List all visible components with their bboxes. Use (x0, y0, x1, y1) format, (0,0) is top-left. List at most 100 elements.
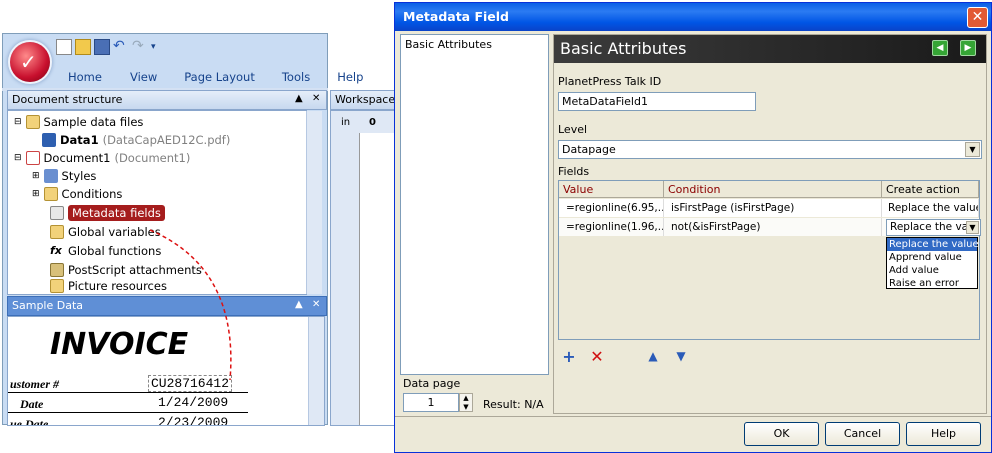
data-file-icon (42, 133, 56, 147)
document-structure-header: Document structure ▲ ✕ (7, 90, 327, 110)
panel-menu-icon[interactable]: ▲ (295, 299, 303, 310)
spinner-arrows-icon[interactable]: ▲ ▼ (459, 393, 473, 412)
dialog-title-bar: Metadata Field ✕ (395, 3, 991, 31)
workspace-header: Workspace (330, 90, 400, 110)
workspace-title: Workspace (335, 93, 396, 106)
dropdown-option[interactable]: Replace the value (887, 238, 979, 251)
ribbon-tabs: Home View Page Layout Tools Help (52, 66, 363, 88)
folder-icon (25, 115, 40, 129)
close-icon[interactable]: ✕ (967, 7, 988, 28)
office-button[interactable]: ✓ (10, 42, 50, 82)
panel-close-icon[interactable]: ✕ (312, 93, 320, 104)
table-row[interactable]: =regionline(1.96,... not(&isFirstPage) R… (559, 218, 981, 236)
due-date-value: 2/23/2009 (158, 415, 229, 426)
metadata-field-dialog: Metadata Field ✕ Basic Attributes Basic … (394, 2, 992, 453)
check-icon: ✓ (20, 50, 37, 74)
expand-icon[interactable]: ⊞ (32, 189, 40, 199)
delete-icon[interactable]: ✕ (586, 347, 608, 367)
table-row[interactable]: =regionline(6.95,... isFirstPage (isFirs… (559, 199, 979, 217)
action-dropdown-list: Replace the value Apprend value Add valu… (886, 237, 979, 290)
dialog-title: Metadata Field (403, 9, 510, 24)
column-header-condition[interactable]: Condition (664, 181, 882, 198)
tree-label: Sample data files (43, 115, 144, 129)
tree-sublabel: (DataCapAED12C.pdf) (102, 133, 231, 147)
tab-help[interactable]: Help (337, 66, 363, 88)
page-canvas[interactable] (359, 133, 399, 425)
date-value: 1/24/2009 (158, 395, 229, 410)
tree-label: Data1 (60, 133, 99, 147)
new-document-icon[interactable] (56, 39, 72, 55)
tab-view[interactable]: View (130, 66, 157, 88)
section-header: Basic Attributes ◀ ▶ (554, 35, 986, 63)
section-title: Basic Attributes (560, 39, 687, 58)
document-structure-title: Document structure (12, 93, 123, 106)
due-date-label: ue Date (10, 417, 49, 426)
previous-arrow-icon[interactable]: ◀ (932, 40, 948, 56)
customize-toolbar-icon[interactable]: ▾ (151, 39, 167, 55)
date-label: Date (20, 397, 44, 411)
dropdown-option[interactable]: Add value (887, 264, 977, 277)
tree-label: Conditions (61, 187, 123, 201)
sample-scrollbar[interactable] (308, 317, 324, 425)
result-text: Result: N/A (483, 398, 544, 411)
collapse-icon[interactable]: ⊟ (14, 117, 22, 127)
level-value: Datapage (562, 143, 616, 156)
workspace-area: in 0 (330, 110, 400, 426)
quick-access-toolbar: ↶ ↷ ▾ (56, 36, 167, 58)
collapse-icon[interactable]: ⊟ (14, 153, 22, 163)
action-select[interactable]: Replace the val ▼ (886, 219, 981, 236)
cell-condition[interactable]: not(&isFirstPage) (664, 218, 882, 236)
tab-tools[interactable]: Tools (282, 66, 310, 88)
ruler-unit: in (341, 117, 351, 128)
column-header-value[interactable]: Value (559, 181, 664, 198)
table-rule (8, 412, 248, 413)
add-icon[interactable]: + (558, 347, 580, 367)
tree-item-sample-data-files[interactable]: ⊟ Sample data files (14, 113, 143, 131)
dropdown-option[interactable]: Raise an error (887, 277, 977, 290)
open-folder-icon[interactable] (75, 39, 91, 55)
tree-label: Styles (61, 169, 97, 183)
variables-icon (50, 225, 64, 239)
attachment-icon (50, 263, 64, 277)
panel-menu-icon[interactable]: ▲ (295, 93, 303, 104)
cancel-button[interactable]: Cancel (825, 422, 900, 446)
cell-value[interactable]: =regionline(1.96,... (559, 218, 664, 236)
tree-item-document1[interactable]: ⊟ Document1 (Document1) (14, 149, 190, 167)
next-arrow-icon[interactable]: ▶ (960, 40, 976, 56)
tree-item-conditions[interactable]: ⊞ Conditions (32, 185, 122, 203)
talk-id-field[interactable]: MetaDataField1 (558, 92, 756, 111)
metadata-icon (50, 206, 64, 220)
tree-item-data1[interactable]: Data1 (DataCapAED12C.pdf) (42, 131, 230, 149)
cell-value[interactable]: =regionline(6.95,... (559, 199, 664, 217)
level-select[interactable]: Datapage ▼ (558, 140, 982, 159)
table-rule (8, 392, 248, 393)
document-icon (25, 151, 40, 165)
tab-home[interactable]: Home (68, 66, 102, 88)
panel-close-icon[interactable]: ✕ (312, 299, 320, 310)
tree-sublabel: (Document1) (114, 151, 191, 165)
ok-button[interactable]: OK (744, 422, 819, 446)
move-down-icon[interactable]: ▼ (670, 347, 692, 367)
dropdown-option[interactable]: Apprend value (887, 251, 977, 264)
expand-icon[interactable]: ⊞ (32, 171, 40, 181)
cell-action[interactable]: Replace the value (882, 199, 979, 217)
undo-icon[interactable]: ↶ (113, 39, 129, 55)
list-item-basic-attributes[interactable]: Basic Attributes (405, 38, 544, 51)
drag-path-icon (149, 229, 232, 381)
tree-scrollbar[interactable] (306, 111, 322, 294)
move-up-icon[interactable]: ▲ (642, 347, 664, 367)
tree-label: Document1 (43, 151, 111, 165)
save-icon[interactable] (94, 39, 110, 55)
tab-page-layout[interactable]: Page Layout (184, 66, 255, 88)
tree-item-styles[interactable]: ⊞ Styles (32, 167, 96, 185)
chevron-down-icon[interactable]: ▼ (965, 142, 980, 157)
attributes-panel: Basic Attributes ◀ ▶ PlanetPress Talk ID… (553, 34, 987, 414)
chevron-down-icon[interactable]: ▼ (966, 221, 979, 234)
data-page-spinner[interactable]: 1 (403, 393, 459, 412)
dialog-button-bar: OK Cancel Help (395, 416, 991, 452)
help-button[interactable]: Help (906, 422, 981, 446)
cell-condition[interactable]: isFirstPage (isFirstPage) (664, 199, 882, 217)
column-header-create-action[interactable]: Create action (882, 181, 979, 198)
folder-icon (43, 187, 58, 201)
redo-icon[interactable]: ↷ (132, 39, 148, 55)
